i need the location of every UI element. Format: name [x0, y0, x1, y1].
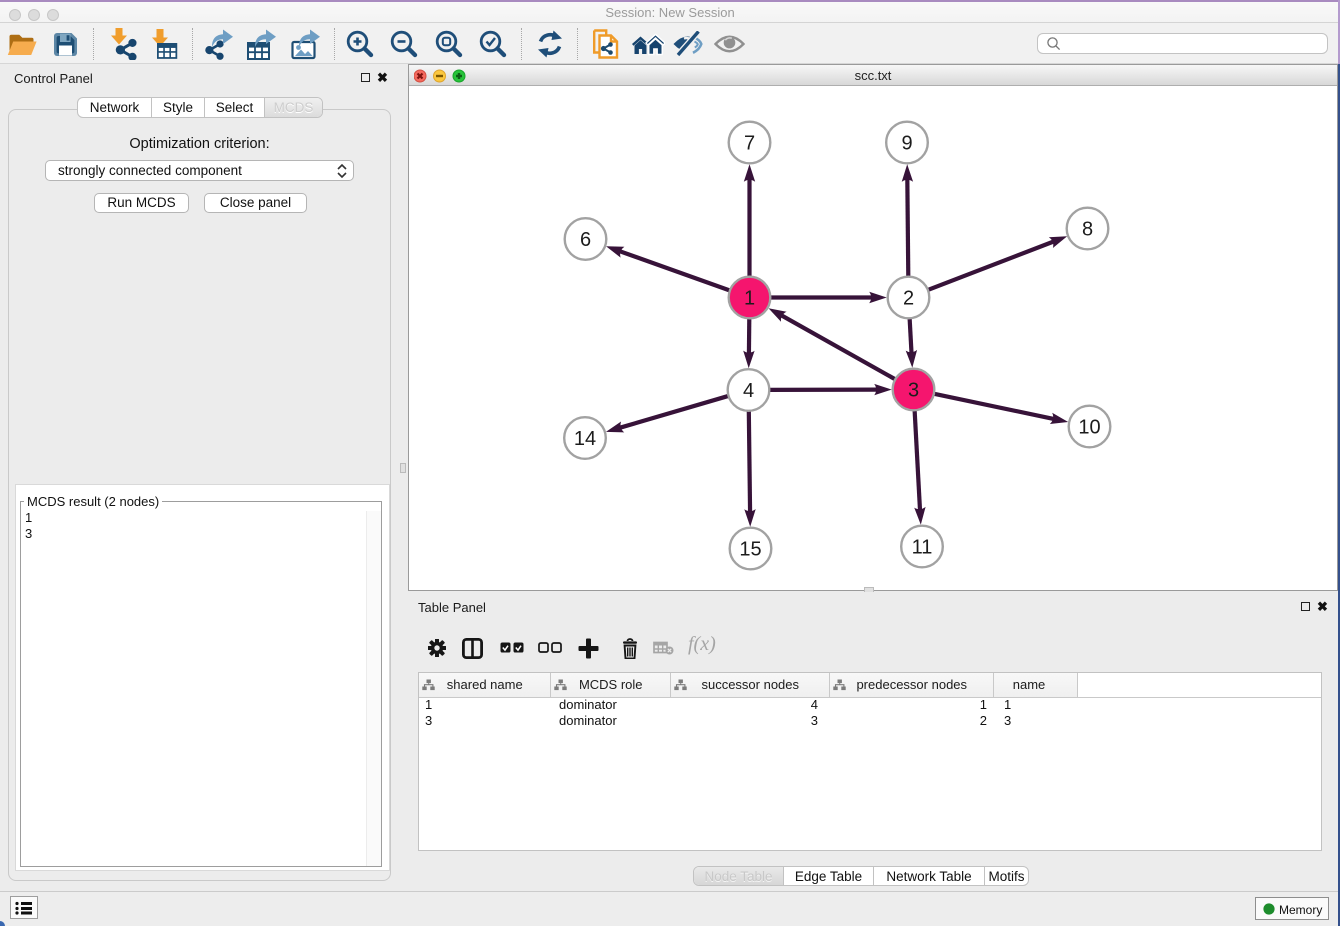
svg-text:6: 6	[580, 229, 591, 251]
svg-text:1: 1	[744, 288, 755, 310]
svg-text:10: 10	[1078, 417, 1100, 439]
svg-text:3: 3	[908, 380, 919, 402]
svg-text:14: 14	[574, 428, 596, 450]
svg-text:8: 8	[1082, 219, 1093, 241]
svg-text:2: 2	[903, 288, 914, 310]
svg-text:4: 4	[743, 380, 754, 402]
svg-text:9: 9	[901, 133, 912, 155]
svg-text:15: 15	[739, 539, 761, 561]
svg-text:7: 7	[744, 133, 755, 155]
svg-text:11: 11	[912, 537, 933, 559]
